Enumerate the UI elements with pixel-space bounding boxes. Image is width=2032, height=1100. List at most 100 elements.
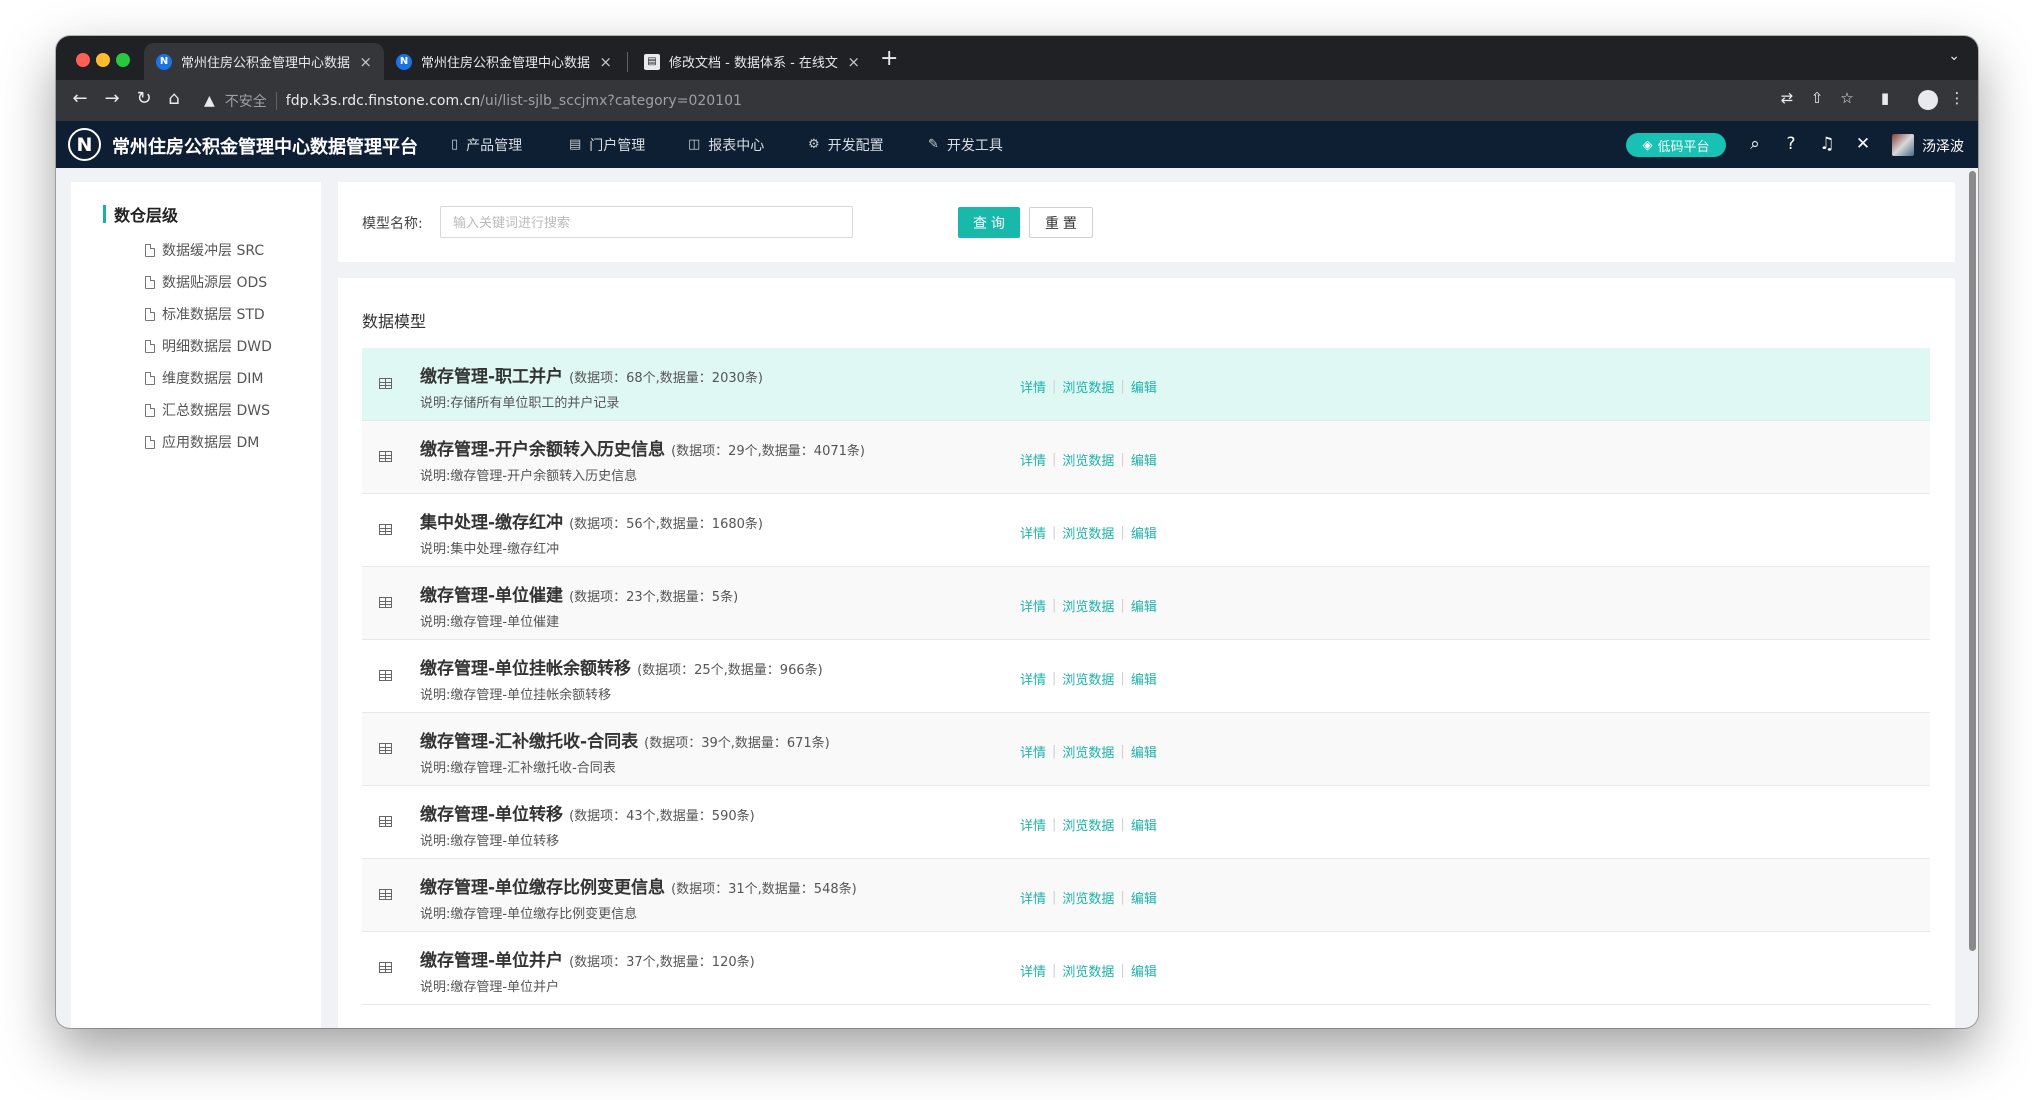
edit-link[interactable]: 编辑 <box>1131 815 1157 834</box>
detail-link[interactable]: 详情 <box>1020 815 1046 834</box>
menu-report-center[interactable]: ◫ 报表中心 <box>688 121 764 168</box>
detail-link[interactable]: 详情 <box>1020 669 1046 688</box>
profile-avatar-icon[interactable] <box>1918 90 1938 110</box>
bell-icon[interactable]: ♫ <box>1816 134 1838 154</box>
close-tab-icon[interactable]: × <box>359 53 372 71</box>
list-title: 数据模型 <box>362 312 427 331</box>
browse-data-link[interactable]: 浏览数据 <box>1062 669 1114 688</box>
minimize-window-button[interactable] <box>96 53 110 67</box>
sidebar-item-src[interactable]: 数据缓冲层 SRC <box>145 240 264 260</box>
list-item[interactable]: 缴存管理-单位转移 (数据项：43个,数据量：590条) 说明:缴存管理-单位转移… <box>362 786 1930 859</box>
detail-link[interactable]: 详情 <box>1020 961 1046 980</box>
close-tab-icon[interactable]: × <box>599 53 612 71</box>
browse-data-link[interactable]: 浏览数据 <box>1062 815 1114 834</box>
table-icon <box>379 743 392 754</box>
portal-icon: ▤ <box>569 137 582 152</box>
lowcode-platform-button[interactable]: ◈ 低码平台 <box>1626 133 1726 157</box>
maximize-window-button[interactable] <box>116 53 130 67</box>
search-icon[interactable]: ⌕ <box>1744 134 1766 154</box>
model-name: 缴存管理-单位转移 (数据项：43个,数据量：590条) <box>420 800 755 825</box>
model-name: 缴存管理-单位催建 (数据项：23个,数据量：5条) <box>420 581 738 606</box>
list-item[interactable]: 缴存管理-汇补缴托收-合同表 (数据项：39个,数据量：671条) 说明:缴存管理… <box>362 713 1930 786</box>
list-item[interactable]: 集中处理-缴存红冲 (数据项：56个,数据量：1680条) 说明:集中处理-缴存红… <box>362 494 1930 567</box>
list-item[interactable]: 缴存管理-单位挂帐余额转移 (数据项：25个,数据量：966条) 说明:缴存管理-… <box>362 640 1930 713</box>
back-arrow-icon[interactable]: ← <box>68 88 92 109</box>
detail-link[interactable]: 详情 <box>1020 450 1046 469</box>
sidebar-item-label: 汇总数据层 DWS <box>162 403 270 419</box>
edit-link[interactable]: 编辑 <box>1131 742 1157 761</box>
close-tab-icon[interactable]: × <box>847 53 860 71</box>
browser-menu-icon[interactable]: ⋮ <box>1946 89 1968 107</box>
detail-link[interactable]: 详情 <box>1020 888 1046 907</box>
detail-link[interactable]: 详情 <box>1020 377 1046 396</box>
menu-dev-tools[interactable]: ✎ 开发工具 <box>928 121 1003 168</box>
translate-icon[interactable]: ⇄ <box>1776 89 1798 107</box>
browse-data-link[interactable]: 浏览数据 <box>1062 961 1114 980</box>
address-bar[interactable]: ▲ 不安全 fdp.k3s.rdc.finstone.com.cn /ui/li… <box>196 84 1796 117</box>
share-icon[interactable]: ⇧ <box>1806 89 1828 107</box>
platform-logo[interactable]: N <box>68 128 101 161</box>
sidebar-item-dm[interactable]: 应用数据层 DM <box>145 432 259 452</box>
edit-link[interactable]: 编辑 <box>1131 669 1157 688</box>
query-button[interactable]: 查 询 <box>958 207 1020 238</box>
sidebar-item-dim[interactable]: 维度数据层 DIM <box>145 368 263 388</box>
menu-portal-management[interactable]: ▤ 门户管理 <box>569 121 645 168</box>
site-favicon-icon: N <box>156 53 172 70</box>
sidebar-item-label: 明细数据层 DWD <box>162 339 272 355</box>
url-path: /ui/list-sjlb_sccjmx?category=020101 <box>480 92 742 109</box>
browse-data-link[interactable]: 浏览数据 <box>1062 450 1114 469</box>
menu-product-management[interactable]: ▯ 产品管理 <box>451 121 522 168</box>
reset-button[interactable]: 重 置 <box>1029 207 1093 238</box>
edit-link[interactable]: 编辑 <box>1131 450 1157 469</box>
detail-link[interactable]: 详情 <box>1020 523 1046 542</box>
browser-tab-2[interactable]: N 常州住房公积金管理中心数据管理平台 × <box>384 43 624 80</box>
file-icon <box>145 403 155 417</box>
sidebar-item-dws[interactable]: 汇总数据层 DWS <box>145 400 270 420</box>
browser-tab-1[interactable]: N 常州住房公积金管理中心数据管理平台 × <box>144 43 384 80</box>
page-scrollbar[interactable] <box>1969 171 1976 951</box>
browse-data-link[interactable]: 浏览数据 <box>1062 742 1114 761</box>
browse-data-link[interactable]: 浏览数据 <box>1062 523 1114 542</box>
list-item[interactable]: 缴存管理-职工并户 (数据项：68个,数据量：2030条) 说明:存储所有单位职工… <box>362 348 1930 421</box>
forward-arrow-icon[interactable]: → <box>100 88 124 109</box>
sidebar-item-std[interactable]: 标准数据层 STD <box>145 304 265 324</box>
edit-link[interactable]: 编辑 <box>1131 961 1157 980</box>
list-item[interactable]: 缴存管理-开户余额转入历史信息 (数据项：29个,数据量：4071条) 说明:缴存… <box>362 421 1930 494</box>
browse-data-link[interactable]: 浏览数据 <box>1062 377 1114 396</box>
model-title: 缴存管理-单位转移 <box>420 805 564 825</box>
edit-link[interactable]: 编辑 <box>1131 888 1157 907</box>
menu-dev-config[interactable]: ⚙ 开发配置 <box>808 121 884 168</box>
new-tab-button[interactable]: + <box>880 46 898 71</box>
home-icon[interactable]: ⌂ <box>162 88 186 109</box>
detail-link[interactable]: 详情 <box>1020 596 1046 615</box>
help-icon[interactable]: ? <box>1780 134 1802 154</box>
edit-link[interactable]: 编辑 <box>1131 596 1157 615</box>
edit-link[interactable]: 编辑 <box>1131 377 1157 396</box>
model-stats: (数据项：43个,数据量：590条) <box>569 809 755 824</box>
browser-tab-3[interactable]: ▤ 修改文档 - 数据体系 - 在线文档中心 × <box>632 43 872 80</box>
bookmark-star-icon[interactable]: ☆ <box>1836 89 1858 107</box>
detail-link[interactable]: 详情 <box>1020 742 1046 761</box>
list-item[interactable]: 缴存管理-单位缴存比例变更信息 (数据项：31个,数据量：548条) 说明:缴存管… <box>362 859 1930 932</box>
fullscreen-icon[interactable]: ✕ <box>1852 134 1874 154</box>
user-avatar[interactable] <box>1892 134 1914 156</box>
sidebar-item-ods[interactable]: 数据贴源层 ODS <box>145 272 267 292</box>
browse-data-link[interactable]: 浏览数据 <box>1062 888 1114 907</box>
list-item[interactable]: 缴存管理-单位并户 (数据项：37个,数据量：120条) 说明:缴存管理-单位并户… <box>362 932 1930 1005</box>
product-icon: ▯ <box>451 137 459 152</box>
browse-data-link[interactable]: 浏览数据 <box>1062 596 1114 615</box>
reload-icon[interactable]: ↻ <box>132 88 156 109</box>
file-icon <box>145 307 155 321</box>
sidebar-title[interactable]: 数仓层级 <box>114 202 178 226</box>
edit-link[interactable]: 编辑 <box>1131 523 1157 542</box>
site-favicon-icon: N <box>396 53 412 70</box>
close-window-button[interactable] <box>76 53 90 67</box>
not-secure-label: 不安全 <box>224 93 267 110</box>
list-item[interactable]: 缴存管理-单位催建 (数据项：23个,数据量：5条) 说明:缴存管理-单位催建 详… <box>362 567 1930 640</box>
sidebar-item-dwd[interactable]: 明细数据层 DWD <box>145 336 272 356</box>
model-name-search-input[interactable] <box>440 206 853 238</box>
user-name[interactable]: 汤泽波 <box>1922 136 1964 156</box>
tab-search-chevron-icon[interactable]: ⌄ <box>1948 48 1960 64</box>
row-actions: 详情 | 浏览数据 | 编辑 <box>1020 523 1157 542</box>
side-panel-icon[interactable]: ▮ <box>1874 89 1896 107</box>
